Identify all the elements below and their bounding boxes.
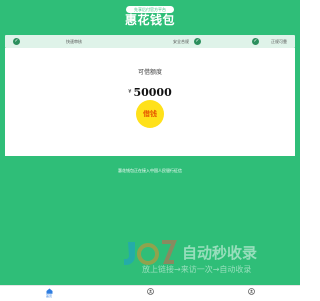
feature-label: 快速审核: [66, 39, 82, 44]
bottom-nav: 首页: [0, 285, 300, 301]
watermark-title: 自动秒收录: [182, 244, 257, 262]
quota-amount-row: ¥50000: [5, 81, 295, 100]
quota-label: 可借额度: [137, 69, 162, 76]
brand-title: 惠花钱包: [124, 13, 175, 27]
feature-label: 安全合规: [173, 39, 189, 44]
feature-item-compliance: 安全合规 ✓: [173, 35, 201, 48]
feature-strip: ✓ 快速审核 安全合规 ✓ ✓ 正规可靠: [5, 35, 295, 48]
feature-item-fast-review: ✓ 快速审核: [13, 35, 82, 48]
check-circle-icon: ✓: [13, 38, 20, 45]
app-screen: 先享后付官方平台 惠花钱包 ✓ 快速审核 安全合规 ✓ ✓ 正规可靠 可借额度 …: [0, 0, 300, 300]
feature-item-reliable: ✓ 正规可靠: [252, 35, 287, 48]
watermark: 自动秒收录 放上链接→来访一次→自动收录: [124, 240, 257, 274]
user-icon: [146, 288, 154, 295]
tab-label: 首页: [45, 294, 52, 298]
tab-profile[interactable]: [236, 286, 266, 301]
credit-notice: 惠花钱包正在接入中国人民银行征信: [118, 168, 182, 173]
borrow-button[interactable]: 借钱: [136, 100, 164, 128]
tab-middle[interactable]: [135, 286, 165, 301]
jz-logo-icon: [124, 240, 177, 265]
feature-label: 正规可靠: [271, 39, 287, 44]
check-circle-icon: ✓: [194, 38, 201, 45]
check-circle-icon: ✓: [252, 38, 259, 45]
quota-card: 可借额度 ¥50000 借钱: [5, 48, 295, 156]
watermark-subtitle: 放上链接→来访一次→自动收录: [142, 264, 251, 274]
currency-symbol: ¥: [128, 89, 132, 95]
tab-home[interactable]: 首页: [34, 286, 64, 301]
hero-tag: 先享后付官方平台: [126, 6, 174, 13]
user-icon: [247, 288, 255, 295]
quota-amount: 50000: [133, 86, 172, 99]
